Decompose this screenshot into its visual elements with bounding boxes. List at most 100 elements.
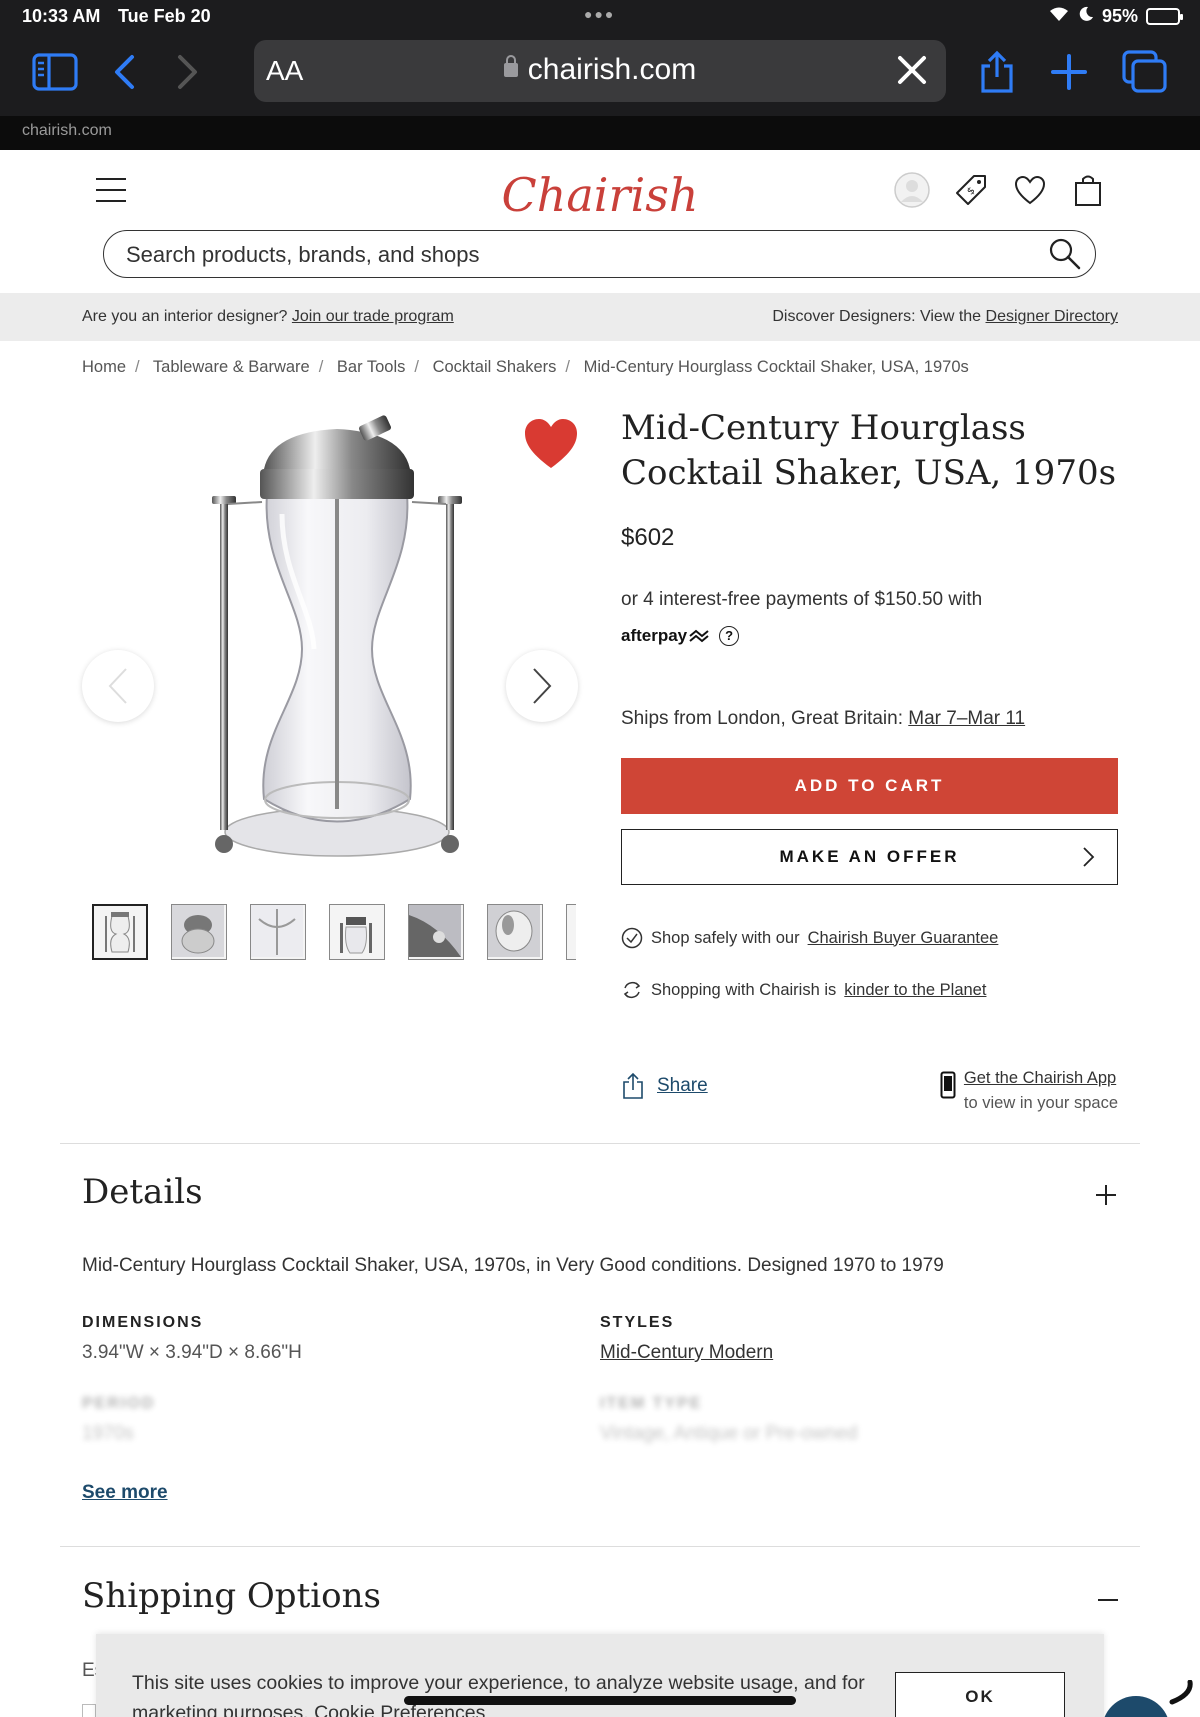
thumbnail[interactable] — [92, 904, 148, 960]
afterpay-badge[interactable]: afterpay ? — [621, 618, 740, 654]
section-divider — [60, 1143, 1140, 1144]
installments: or 4 interest-free payments of $150.50 w… — [621, 582, 1118, 654]
account-icon[interactable] — [892, 170, 932, 210]
sidebar-icon[interactable] — [30, 48, 80, 96]
share-label: Share — [657, 1075, 708, 1096]
trade-question: Are you an interior designer? — [82, 308, 288, 325]
breadcrumb-bar-tools[interactable]: Bar Tools — [337, 358, 405, 376]
get-app-link[interactable]: Get the Chairish App — [964, 1066, 1118, 1091]
product-price: $602 — [621, 524, 675, 551]
phone-icon — [940, 1071, 956, 1099]
check-circle-icon — [621, 927, 643, 949]
shipping-options-heading[interactable]: Shipping Options — [82, 1576, 381, 1616]
favorites-heart-icon[interactable] — [1010, 170, 1050, 210]
shipping-estimate: Ships from London, Great Britain: Mar 7–… — [621, 708, 1118, 730]
breadcrumb-cocktail-shakers[interactable]: Cocktail Shakers — [433, 358, 557, 376]
cookie-text: This site uses cookies to improve your e… — [132, 1672, 865, 1717]
spec-dimensions: DIMENSIONS 3.94"W × 3.94"D × 8.66"H — [82, 1314, 302, 1364]
url-text: chairish.com — [527, 53, 697, 86]
spec-label: STYLES — [600, 1314, 675, 1331]
chat-tail-icon — [1168, 1679, 1194, 1711]
multitasking-dots-icon[interactable]: ●●● — [584, 6, 615, 22]
get-app-subtext: to view in your space — [963, 1094, 1118, 1112]
collapse-minus-icon[interactable] — [1098, 1599, 1118, 1601]
designer-directory-text: Discover Designers: View the — [772, 308, 982, 325]
product-title: Mid-Century Hourglass Cocktail Shaker, U… — [621, 408, 1117, 493]
breadcrumb-tableware[interactable]: Tableware & Barware — [153, 358, 310, 376]
trade-program-bar: Are you an interior designer? Join our t… — [0, 293, 1200, 341]
chat-bubble-icon[interactable] — [1102, 1696, 1170, 1717]
clear-url-icon[interactable] — [890, 48, 934, 97]
thumbnail[interactable] — [408, 904, 464, 960]
thumbnail[interactable] — [250, 904, 306, 960]
status-indicators: 95% — [1048, 6, 1183, 27]
battery-icon — [1146, 8, 1183, 25]
expand-plus-icon[interactable] — [1096, 1184, 1118, 1206]
gallery-prev-button[interactable] — [82, 650, 154, 722]
trade-right: Discover Designers: View the Designer Di… — [772, 308, 1118, 326]
trade-left: Are you an interior designer? Join our t… — [82, 308, 454, 326]
thumbnail[interactable] — [566, 904, 576, 960]
afterpay-logo: afterpay — [621, 626, 688, 645]
trade-program-link[interactable]: Join our trade program — [292, 308, 454, 325]
address-bar[interactable]: AA chairish.com — [254, 40, 946, 102]
get-app: Get the Chairish App to view in your spa… — [940, 1066, 1118, 1116]
forward-icon[interactable] — [162, 48, 212, 96]
search-placeholder: Search products, brands, and shops — [126, 242, 480, 267]
site-header: Chairish $ Search products, brands, and … — [0, 150, 1200, 293]
see-more-link[interactable]: See more — [82, 1482, 168, 1504]
guarantee-text: Shop safely with our — [651, 928, 800, 947]
share-icon[interactable] — [972, 48, 1022, 96]
product-info: Mid-Century Hourglass Cocktail Shaker, U… — [621, 406, 1118, 1001]
price-tag-icon[interactable]: $ — [951, 170, 991, 210]
url-display[interactable]: chairish.com — [254, 53, 946, 87]
breadcrumb: Home / Tableware & Barware / Bar Tools / Co… — [82, 358, 969, 376]
thumbnail-strip — [92, 904, 576, 960]
home-indicator[interactable] — [404, 1696, 796, 1705]
status-bar: 10:33 AM Tue Feb 20 ●●● 95% — [0, 0, 1200, 36]
spec-label: ITEM TYPE — [600, 1395, 703, 1412]
search-input[interactable]: Search products, brands, and shops — [103, 230, 1096, 278]
tab-label-bar: chairish.com — [0, 116, 1200, 150]
buyer-guarantee-link[interactable]: Chairish Buyer Guarantee — [808, 929, 999, 948]
status-date: Tue Feb 20 — [118, 6, 211, 26]
make-offer-label: MAKE AN OFFER — [779, 847, 960, 866]
ship-dates-link[interactable]: Mar 7–Mar 11 — [908, 708, 1025, 729]
make-offer-button[interactable]: MAKE AN OFFER — [621, 829, 1118, 885]
breadcrumb-home[interactable]: Home — [82, 358, 126, 376]
kinder-planet-link[interactable]: kinder to the Planet — [844, 981, 986, 1000]
new-tab-icon[interactable] — [1044, 48, 1094, 96]
spec-value: 3.94"W × 3.94"D × 8.66"H — [82, 1342, 302, 1363]
back-icon[interactable] — [100, 48, 150, 96]
share-button[interactable]: Share — [621, 1072, 708, 1100]
spec-styles: STYLES Mid-Century Modern — [600, 1314, 773, 1364]
afterpay-arrows-icon — [689, 629, 709, 643]
lock-icon — [503, 55, 518, 77]
thumbnail[interactable] — [487, 904, 543, 960]
gallery-next-button[interactable] — [506, 650, 578, 722]
style-link[interactable]: Mid-Century Modern — [600, 1342, 773, 1364]
shipping-option-radio[interactable] — [82, 1704, 96, 1717]
thumbnail[interactable] — [171, 904, 227, 960]
spec-item-type: ITEM TYPE Vintage, Antique or Pre-owned — [600, 1395, 857, 1445]
search-icon[interactable] — [1047, 236, 1083, 277]
tabs-icon[interactable] — [1120, 48, 1170, 96]
product-main-image[interactable] — [202, 414, 472, 874]
favorite-heart-icon[interactable] — [522, 416, 580, 475]
cart-bag-icon[interactable] — [1068, 170, 1108, 210]
product-gallery — [82, 400, 582, 970]
breadcrumb-current: Mid-Century Hourglass Cocktail Shaker, U… — [583, 358, 969, 376]
add-to-cart-button[interactable]: ADD TO CART — [621, 758, 1118, 814]
browser-toolbar: AA chairish.com — [0, 36, 1200, 116]
battery-percent: 95% — [1101, 6, 1138, 26]
installments-text: or 4 interest-free payments of $150.50 w… — [621, 589, 983, 610]
details-description: Mid-Century Hourglass Cocktail Shaker, U… — [82, 1255, 944, 1276]
spec-value: 1970s — [82, 1423, 134, 1444]
help-question-icon[interactable]: ? — [719, 626, 740, 646]
designer-directory-link[interactable]: Designer Directory — [986, 308, 1118, 325]
moon-icon — [1078, 6, 1094, 27]
cookie-ok-button[interactable]: OK — [895, 1672, 1065, 1717]
status-time: 10:33 AM — [22, 6, 101, 26]
thumbnail[interactable] — [329, 904, 385, 960]
details-heading[interactable]: Details — [82, 1172, 203, 1212]
